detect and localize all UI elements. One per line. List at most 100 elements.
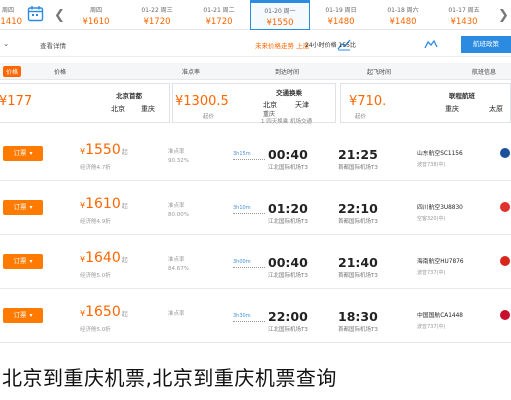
- date-price: ¥1550: [266, 18, 294, 28]
- card-note: 起价: [355, 114, 367, 120]
- arrival-airport: 江北国际机场T3: [268, 327, 308, 333]
- history-chart-icon[interactable]: [424, 38, 438, 51]
- flight-row[interactable]: 订票 ¥1640起 经济舱5.0折 准点率 84.67% 3h00m 00:40…: [0, 237, 511, 289]
- date-cell-selected[interactable]: 01-20 周一 ¥1550: [250, 0, 310, 30]
- sort-departure[interactable]: 起飞时间: [367, 67, 391, 76]
- flight-price: ¥1610起: [80, 196, 128, 212]
- date-price: ¥1720: [143, 17, 171, 27]
- date-price: ¥1480: [327, 17, 355, 27]
- date-label: 01-21 周二: [203, 7, 235, 14]
- book-button[interactable]: 订票: [3, 308, 43, 323]
- date-label: 周四: [1, 7, 14, 14]
- arrival-airport: 江北国际机场T3: [268, 219, 308, 225]
- filter-bar: ⌄ 查看详情 未来价格走势 上涨 24小时价格 155比 航班政策: [0, 33, 511, 57]
- book-button[interactable]: 订票: [3, 200, 43, 215]
- card-remark: 1 四天换乘 机场交通: [261, 119, 312, 125]
- date-price: ¥1610: [82, 17, 110, 27]
- departure-airport: 首都国际机场T3: [338, 273, 378, 279]
- departure-time: 18:30: [338, 309, 378, 324]
- date-price: ¥1430: [450, 17, 478, 27]
- route-line: [233, 267, 265, 268]
- card-via: 天津: [295, 101, 309, 109]
- date-cell[interactable]: 01-17 周五 ¥1430: [434, 0, 494, 30]
- recommendation-card[interactable]: ¥710. 起价 联程航班 重庆 太原: [340, 83, 511, 123]
- card-price: ¥710.: [349, 94, 387, 109]
- fare-class: 经济舱5.0折: [80, 327, 111, 333]
- card-to: 重庆: [141, 105, 155, 113]
- view-detail-link[interactable]: 查看详情: [40, 40, 66, 50]
- chevron-down-icon[interactable]: ⌄: [3, 39, 9, 48]
- flight-duration: 3h10m: [233, 205, 251, 211]
- date-price: ¥1410: [0, 17, 23, 27]
- recommendation-card[interactable]: ¥177 北京首都 北京 重庆: [0, 83, 170, 123]
- departure-time: 22:10: [338, 201, 378, 216]
- aircraft-type: 波音737(中): [417, 324, 446, 330]
- flight-duration: 3h30m: [233, 313, 251, 319]
- sort-price[interactable]: 价格: [54, 67, 66, 76]
- fare-class: 经济舱4.7折: [80, 165, 111, 171]
- price-sort-badge[interactable]: 价格: [3, 66, 22, 77]
- arrival-time: 00:40: [268, 147, 308, 162]
- date-cell[interactable]: 01-21 周二 ¥1720: [188, 0, 250, 30]
- airline-name: 山东航空SC1156: [417, 151, 463, 157]
- next-date-arrow-icon[interactable]: ❯: [498, 8, 509, 23]
- date-cell[interactable]: 01-19 周日 ¥1480: [310, 0, 372, 30]
- arrival-time: 00:40: [268, 255, 308, 270]
- flight-price: ¥1640起: [80, 250, 128, 266]
- flight-row[interactable]: 订票 ¥1550起 经济舱4.7折 准点率 90.32% 3h15m 00:40…: [0, 129, 511, 181]
- date-label: 01-19 周日: [325, 7, 357, 14]
- airline-name: 四川航空3U8830: [417, 205, 463, 211]
- book-button[interactable]: 订票: [3, 146, 43, 161]
- date-label: 01-17 周五: [448, 7, 480, 14]
- book-button[interactable]: 订票: [3, 254, 43, 269]
- lowest-price-label[interactable]: 24小时价格 155比: [305, 40, 356, 49]
- sort-punctuality[interactable]: 准点率: [182, 67, 200, 76]
- punctuality-label: 准点率: [168, 257, 185, 263]
- aircraft-type: 波音737(中): [417, 270, 446, 276]
- policy-tab[interactable]: 航班政策: [461, 36, 511, 53]
- route-line: [233, 321, 265, 322]
- flight-price-value: 1610: [85, 196, 121, 212]
- route-line: [233, 213, 265, 214]
- date-label: 01-22 周三: [141, 7, 173, 14]
- flight-row[interactable]: 订票 ¥1650起 经济舱5.0折 准点率 3h30m 22:00 江北国际机场…: [0, 291, 511, 343]
- airline-logo-icon: [500, 310, 510, 320]
- date-cell[interactable]: 01-18 周六 ¥1480: [372, 0, 434, 30]
- flight-price-value: 1550: [85, 142, 121, 158]
- price-trend-label[interactable]: 未来价格走势 上涨: [255, 40, 309, 50]
- card-from: 太原: [489, 105, 503, 113]
- punctuality-value: 90.32%: [168, 158, 189, 164]
- calendar-icon[interactable]: [27, 5, 44, 22]
- sort-flight-info[interactable]: 航班信息: [472, 67, 496, 76]
- sort-arrival[interactable]: 到达时间: [275, 67, 299, 76]
- arrival-time: 01:20: [268, 201, 308, 216]
- date-cell[interactable]: 01-22 周三 ¥1720: [126, 0, 188, 30]
- card-title: 北京首都: [116, 92, 142, 100]
- date-price: ¥1720: [205, 17, 233, 27]
- departure-airport: 首都国际机场T3: [338, 165, 378, 171]
- card-to: 重庆: [445, 105, 459, 113]
- departure-airport: 首都国际机场T3: [338, 327, 378, 333]
- arrival-airport: 江北国际机场T3: [268, 273, 308, 279]
- page-caption: 北京到重庆机票,北京到重庆机票查询: [2, 366, 337, 390]
- recommendation-card[interactable]: ¥1300.5 起价 交通换乘 北京 天津 重庆 1 四天换乘 机场交通: [172, 83, 336, 125]
- card-from: 北京: [111, 105, 125, 113]
- departure-time: 21:25: [338, 147, 378, 162]
- airline-name: 中国国航CA1448: [417, 313, 463, 319]
- date-cell[interactable]: 周四 ¥1610: [66, 0, 126, 30]
- punctuality-value: 84.67%: [168, 266, 189, 272]
- date-price: ¥1480: [389, 17, 417, 27]
- date-label: 01-18 周六: [387, 7, 419, 14]
- punctuality-label: 准点率: [168, 203, 185, 209]
- flight-duration: 3h00m: [233, 259, 251, 265]
- date-cell-partial-left[interactable]: 周四 ¥1410: [0, 0, 23, 30]
- punctuality-label: 准点率: [168, 311, 185, 317]
- flight-price-value: 1650: [85, 304, 121, 320]
- fare-class: 经济舱4.9折: [80, 219, 111, 225]
- card-price: ¥177: [0, 94, 33, 109]
- prev-date-arrow-icon[interactable]: ❮: [54, 8, 65, 23]
- airline-logo-icon: [500, 202, 510, 212]
- flight-row[interactable]: 订票 ¥1610起 经济舱4.9折 准点率 80.00% 3h10m 01:20…: [0, 183, 511, 235]
- flight-price-value: 1640: [85, 250, 121, 266]
- aircraft-type: 空客320(中): [417, 216, 446, 222]
